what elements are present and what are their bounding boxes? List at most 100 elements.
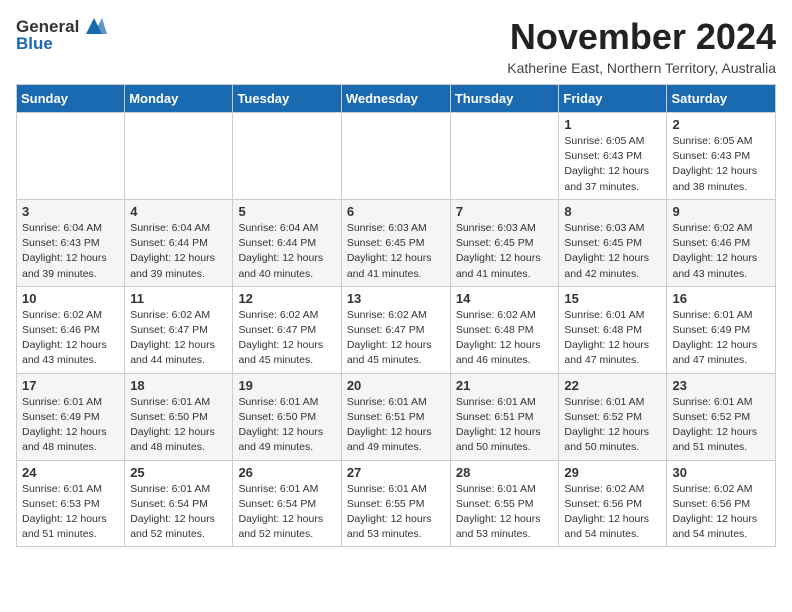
day-number: 16 [672, 291, 770, 306]
day-detail: Sunrise: 6:01 AM Sunset: 6:52 PM Dayligh… [672, 395, 770, 456]
day-number: 25 [130, 465, 227, 480]
header-day-friday: Friday [559, 85, 667, 113]
header-day-thursday: Thursday [450, 85, 559, 113]
day-number: 10 [22, 291, 119, 306]
day-number: 28 [456, 465, 554, 480]
calendar-cell: 14 Sunrise: 6:02 AM Sunset: 6:48 PM Dayli… [450, 286, 559, 373]
calendar-cell: 18Sunrise: 6:01 AM Sunset: 6:50 PM Dayli… [125, 373, 233, 460]
day-number: 5 [238, 204, 335, 219]
day-detail: Sunrise: 6:05 AM Sunset: 6:43 PM Dayligh… [672, 134, 770, 195]
calendar-cell [341, 113, 450, 200]
calendar-cell: 24Sunrise: 6:01 AM Sunset: 6:53 PM Dayli… [17, 460, 125, 547]
day-number: 27 [347, 465, 445, 480]
header-day-saturday: Saturday [667, 85, 776, 113]
header-day-monday: Monday [125, 85, 233, 113]
day-detail: Sunrise: 6:01 AM Sunset: 6:51 PM Dayligh… [456, 395, 554, 456]
day-number: 23 [672, 378, 770, 393]
day-number: 20 [347, 378, 445, 393]
day-detail: Sunrise: 6:02 AM Sunset: 6:47 PM Dayligh… [347, 308, 445, 369]
calendar-table: SundayMondayTuesdayWednesdayThursdayFrid… [16, 84, 776, 547]
day-detail: Sunrise: 6:01 AM Sunset: 6:52 PM Dayligh… [564, 395, 661, 456]
month-title: November 2024 [507, 16, 776, 58]
day-detail: Sunrise: 6:04 AM Sunset: 6:44 PM Dayligh… [238, 221, 335, 282]
calendar-cell: 19 Sunrise: 6:01 AM Sunset: 6:50 PM Dayli… [233, 373, 341, 460]
calendar-cell: 6 Sunrise: 6:03 AM Sunset: 6:45 PM Daylig… [341, 199, 450, 286]
calendar-cell: 4 Sunrise: 6:04 AM Sunset: 6:44 PM Daylig… [125, 199, 233, 286]
calendar-cell: 11 Sunrise: 6:02 AM Sunset: 6:47 PM Dayli… [125, 286, 233, 373]
calendar-cell: 25 Sunrise: 6:01 AM Sunset: 6:54 PM Dayli… [125, 460, 233, 547]
header-day-sunday: Sunday [17, 85, 125, 113]
calendar-week-row: 10 Sunrise: 6:02 AM Sunset: 6:46 PM Dayli… [17, 286, 776, 373]
calendar-cell: 12Sunrise: 6:02 AM Sunset: 6:47 PM Dayli… [233, 286, 341, 373]
calendar-cell: 16 Sunrise: 6:01 AM Sunset: 6:49 PM Dayli… [667, 286, 776, 373]
calendar-cell: 30Sunrise: 6:02 AM Sunset: 6:56 PM Dayli… [667, 460, 776, 547]
calendar-cell [233, 113, 341, 200]
day-detail: Sunrise: 6:02 AM Sunset: 6:46 PM Dayligh… [672, 221, 770, 282]
day-detail: Sunrise: 6:01 AM Sunset: 6:55 PM Dayligh… [456, 482, 554, 543]
day-number: 6 [347, 204, 445, 219]
calendar-cell: 2Sunrise: 6:05 AM Sunset: 6:43 PM Daylig… [667, 113, 776, 200]
day-detail: Sunrise: 6:01 AM Sunset: 6:48 PM Dayligh… [564, 308, 661, 369]
day-detail: Sunrise: 6:01 AM Sunset: 6:53 PM Dayligh… [22, 482, 119, 543]
calendar-cell: 28 Sunrise: 6:01 AM Sunset: 6:55 PM Dayli… [450, 460, 559, 547]
calendar-week-row: 24Sunrise: 6:01 AM Sunset: 6:53 PM Dayli… [17, 460, 776, 547]
day-detail: Sunrise: 6:01 AM Sunset: 6:54 PM Dayligh… [238, 482, 335, 543]
calendar-week-row: 17Sunrise: 6:01 AM Sunset: 6:49 PM Dayli… [17, 373, 776, 460]
logo: General Blue [16, 16, 107, 54]
calendar-cell [17, 113, 125, 200]
calendar-cell: 22 Sunrise: 6:01 AM Sunset: 6:52 PM Dayli… [559, 373, 667, 460]
day-detail: Sunrise: 6:02 AM Sunset: 6:47 PM Dayligh… [130, 308, 227, 369]
day-detail: Sunrise: 6:02 AM Sunset: 6:56 PM Dayligh… [564, 482, 661, 543]
calendar-cell: 8 Sunrise: 6:03 AM Sunset: 6:45 PM Daylig… [559, 199, 667, 286]
day-detail: Sunrise: 6:04 AM Sunset: 6:43 PM Dayligh… [22, 221, 119, 282]
day-detail: Sunrise: 6:02 AM Sunset: 6:47 PM Dayligh… [238, 308, 335, 369]
day-detail: Sunrise: 6:03 AM Sunset: 6:45 PM Dayligh… [564, 221, 661, 282]
logo-blue-text: Blue [16, 34, 53, 54]
day-number: 4 [130, 204, 227, 219]
day-number: 1 [564, 117, 661, 132]
day-number: 26 [238, 465, 335, 480]
day-number: 17 [22, 378, 119, 393]
location-subtitle: Katherine East, Northern Territory, Aust… [507, 60, 776, 76]
day-number: 3 [22, 204, 119, 219]
day-detail: Sunrise: 6:02 AM Sunset: 6:48 PM Dayligh… [456, 308, 554, 369]
day-detail: Sunrise: 6:01 AM Sunset: 6:50 PM Dayligh… [238, 395, 335, 456]
day-number: 7 [456, 204, 554, 219]
calendar-cell: 9 Sunrise: 6:02 AM Sunset: 6:46 PM Daylig… [667, 199, 776, 286]
day-detail: Sunrise: 6:01 AM Sunset: 6:49 PM Dayligh… [672, 308, 770, 369]
day-number: 22 [564, 378, 661, 393]
calendar-cell: 26 Sunrise: 6:01 AM Sunset: 6:54 PM Dayli… [233, 460, 341, 547]
day-number: 8 [564, 204, 661, 219]
calendar-cell [125, 113, 233, 200]
calendar-cell [450, 113, 559, 200]
calendar-cell: 13 Sunrise: 6:02 AM Sunset: 6:47 PM Dayli… [341, 286, 450, 373]
day-number: 11 [130, 291, 227, 306]
calendar-week-row: 3 Sunrise: 6:04 AM Sunset: 6:43 PM Daylig… [17, 199, 776, 286]
calendar-cell: 29 Sunrise: 6:02 AM Sunset: 6:56 PM Dayli… [559, 460, 667, 547]
day-detail: Sunrise: 6:01 AM Sunset: 6:54 PM Dayligh… [130, 482, 227, 543]
day-detail: Sunrise: 6:01 AM Sunset: 6:50 PM Dayligh… [130, 395, 227, 456]
day-detail: Sunrise: 6:04 AM Sunset: 6:44 PM Dayligh… [130, 221, 227, 282]
header: General Blue November 2024 Katherine Eas… [16, 16, 776, 76]
day-number: 14 [456, 291, 554, 306]
header-day-tuesday: Tuesday [233, 85, 341, 113]
day-number: 13 [347, 291, 445, 306]
calendar-cell: 17Sunrise: 6:01 AM Sunset: 6:49 PM Dayli… [17, 373, 125, 460]
day-number: 21 [456, 378, 554, 393]
calendar-cell: 10 Sunrise: 6:02 AM Sunset: 6:46 PM Dayli… [17, 286, 125, 373]
calendar-cell: 27Sunrise: 6:01 AM Sunset: 6:55 PM Dayli… [341, 460, 450, 547]
calendar-header-row: SundayMondayTuesdayWednesdayThursdayFrid… [17, 85, 776, 113]
day-detail: Sunrise: 6:01 AM Sunset: 6:51 PM Dayligh… [347, 395, 445, 456]
calendar-week-row: 1 Sunrise: 6:05 AM Sunset: 6:43 PM Daylig… [17, 113, 776, 200]
day-number: 19 [238, 378, 335, 393]
day-detail: Sunrise: 6:03 AM Sunset: 6:45 PM Dayligh… [347, 221, 445, 282]
calendar-cell: 3 Sunrise: 6:04 AM Sunset: 6:43 PM Daylig… [17, 199, 125, 286]
day-detail: Sunrise: 6:02 AM Sunset: 6:56 PM Dayligh… [672, 482, 770, 543]
calendar-cell: 1Sunrise: 6:05 AM Sunset: 6:43 PM Daylig… [559, 113, 667, 200]
day-detail: Sunrise: 6:02 AM Sunset: 6:46 PM Dayligh… [22, 308, 119, 369]
day-detail: Sunrise: 6:03 AM Sunset: 6:45 PM Dayligh… [456, 221, 554, 282]
day-number: 29 [564, 465, 661, 480]
day-number: 9 [672, 204, 770, 219]
header-day-wednesday: Wednesday [341, 85, 450, 113]
day-number: 15 [564, 291, 661, 306]
